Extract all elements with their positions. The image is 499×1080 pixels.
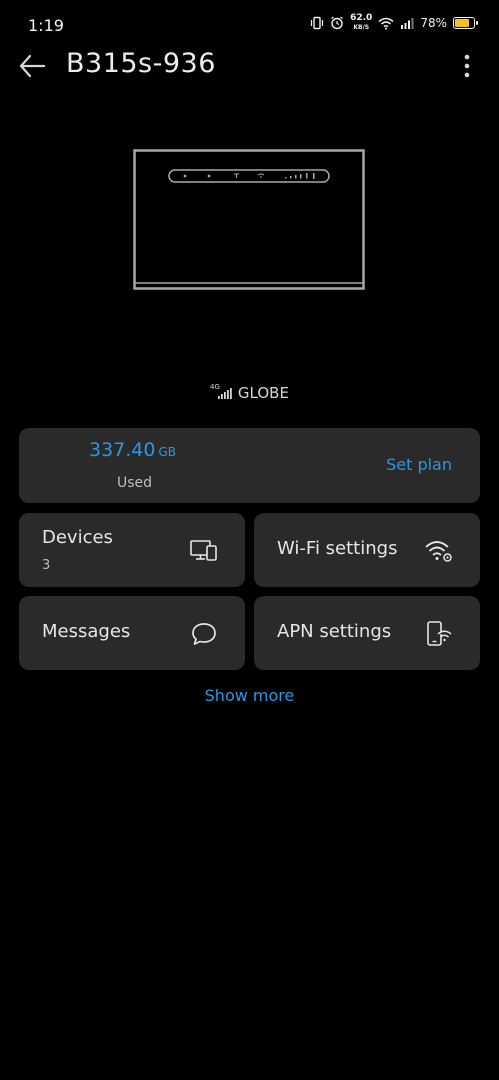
apn-settings-tile[interactable]: APN settings [254, 596, 480, 670]
wifi-status-icon [378, 17, 394, 29]
wifi-settings-icon [425, 541, 452, 562]
network-speed: 62.0 KB/S [350, 14, 372, 32]
usage-label: Used [117, 475, 153, 491]
devices-count: 3 [42, 558, 51, 573]
set-plan-button[interactable]: Set plan [386, 455, 452, 474]
app-header: B315s-936 [0, 40, 499, 92]
usage-amount: 337.40 GB [89, 439, 176, 461]
devices-icon [190, 540, 217, 561]
wifi-settings-tile[interactable]: Wi-Fi settings [254, 513, 480, 587]
speed-value: 62.0 [350, 13, 373, 23]
devices-label: Devices [42, 527, 113, 548]
data-usage-card[interactable]: 337.40 GB Used Set plan [19, 428, 480, 503]
apn-phone-icon [427, 621, 452, 646]
status-time: 1:19 [28, 16, 64, 35]
more-options-button[interactable] [455, 50, 479, 82]
battery-icon [453, 17, 478, 29]
carrier-name: GLOBE [237, 384, 289, 402]
messages-label: Messages [42, 621, 131, 642]
router-image [133, 149, 365, 290]
usage-value: 337.40 [89, 439, 156, 461]
wifi-settings-label: Wi-Fi settings [277, 538, 398, 559]
carrier-info: 4G GLOBE [0, 383, 499, 402]
signal-icon [401, 18, 414, 29]
usage-unit: GB [158, 445, 177, 459]
status-icons: 62.0 KB/S 78% [310, 14, 478, 32]
alarm-icon [331, 16, 343, 30]
messages-tile[interactable]: Messages [19, 596, 245, 670]
network-type: 4G [210, 383, 220, 391]
apn-settings-label: APN settings [277, 621, 392, 642]
message-icon [192, 623, 216, 645]
signal-strength-icon [217, 387, 232, 399]
devices-tile[interactable]: Devices 3 [19, 513, 245, 587]
page-title: B315s-936 [66, 48, 216, 79]
vibrate-icon [311, 16, 324, 30]
back-arrow-icon [19, 54, 46, 78]
more-vert-icon [464, 54, 470, 78]
show-more-link[interactable]: Show more [0, 686, 499, 705]
back-button[interactable] [14, 48, 50, 84]
speed-unit: KB/S [353, 24, 370, 31]
battery-percent: 78% [420, 16, 447, 30]
battery-fill [455, 19, 470, 27]
